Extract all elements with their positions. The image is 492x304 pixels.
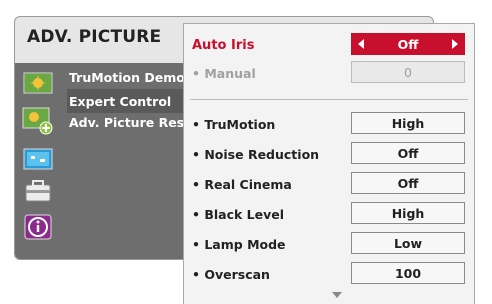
menu-title: ADV. PICTURE	[27, 27, 162, 47]
setting-row[interactable]: • TruMotion High	[184, 112, 474, 136]
scroll-down-icon[interactable]	[332, 292, 342, 298]
setting-row[interactable]: • Black Level High	[184, 202, 474, 226]
setting-value[interactable]: Off	[351, 142, 465, 164]
picture-settings-icon[interactable]	[21, 103, 55, 137]
setting-label: • Noise Reduction	[192, 146, 320, 162]
info-icon[interactable]	[21, 213, 55, 241]
setting-value[interactable]: Low	[351, 232, 465, 254]
manual-label: • Manual	[192, 65, 256, 81]
manual-value: 0	[351, 61, 465, 83]
setting-value[interactable]: 100	[351, 262, 465, 284]
setting-label: • Real Cinema	[192, 176, 292, 192]
setting-value[interactable]: High	[351, 112, 465, 134]
auto-iris-selector[interactable]: Off	[351, 33, 465, 55]
arrow-right-icon[interactable]	[452, 39, 458, 49]
auto-iris-label: Auto Iris	[192, 37, 255, 53]
setting-row[interactable]: • Overscan 100	[184, 262, 474, 286]
setting-label: • Black Level	[192, 206, 285, 222]
expert-control-panel: Auto Iris Off • Manual 0 • TruMotion Hig…	[183, 23, 475, 304]
setting-label: • Lamp Mode	[192, 236, 286, 252]
arrow-left-icon[interactable]	[358, 39, 364, 49]
picture-icon[interactable]	[21, 69, 55, 97]
auto-iris-row[interactable]: Auto Iris Off	[184, 33, 474, 57]
divider	[190, 99, 468, 100]
setting-row[interactable]: • Real Cinema Off	[184, 172, 474, 196]
screen-icon[interactable]	[21, 145, 55, 173]
setting-row[interactable]: • Lamp Mode Low	[184, 232, 474, 256]
manual-row: • Manual 0	[184, 61, 474, 85]
setting-row[interactable]: • Noise Reduction Off	[184, 142, 474, 166]
setting-label: • TruMotion	[192, 116, 276, 132]
setting-value[interactable]: Off	[351, 172, 465, 194]
auto-iris-value: Off	[397, 36, 419, 52]
toolbox-icon[interactable]	[21, 177, 55, 205]
setting-label: • Overscan	[192, 266, 270, 282]
setting-value[interactable]: High	[351, 202, 465, 224]
